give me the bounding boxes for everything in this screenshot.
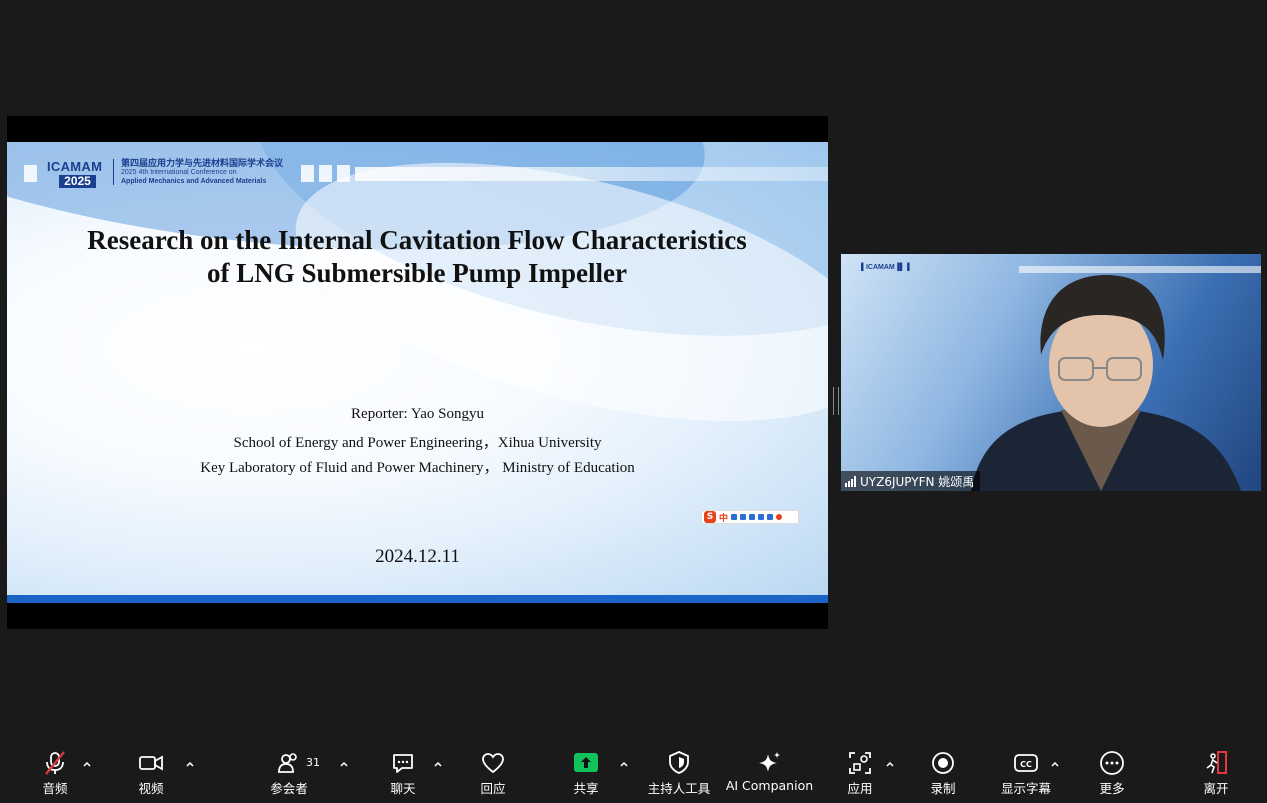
participant-name-tag: UYZ6JUPYFN 姚颂禹	[841, 471, 981, 491]
background-conference-logo: ▌ICAMAM▐▌▐	[861, 264, 910, 271]
share-screen-button[interactable]: 共享	[546, 750, 626, 797]
share-label: 共享	[573, 781, 599, 796]
host-tools-label: 主持人工具	[647, 781, 711, 796]
participant-video-tile[interactable]: ▌ICAMAM▐▌▐ UYZ6JUPYFN 姚颂禹	[841, 254, 1261, 491]
captions-label: 显示字幕	[1000, 781, 1051, 796]
participant-person	[971, 275, 1241, 491]
ime-mic-icon	[740, 514, 747, 520]
video-label: 视频	[138, 781, 164, 796]
header-square	[319, 165, 332, 182]
ime-shirt-icon	[758, 514, 765, 520]
school-line: School of Energy and Power Engineering，X…	[233, 435, 602, 451]
ime-dot-icon	[731, 514, 738, 520]
react-label: 回应	[480, 781, 506, 796]
chat-bubble-icon	[393, 754, 413, 773]
more-button[interactable]: 更多	[1072, 750, 1152, 797]
ai-companion-label: AI Companion	[725, 778, 814, 793]
header-square	[301, 165, 314, 182]
svg-text:CC: CC	[1020, 760, 1032, 769]
audio-options-caret-icon[interactable]	[81, 758, 93, 770]
conference-name-cn: 第四届应用力学与先进材料国际学术会议	[121, 158, 284, 168]
conference-name-en-line2: Applied Mechanics and Advanced Materials	[121, 178, 267, 185]
heart-icon	[482, 753, 504, 774]
ime-avatar-icon	[776, 514, 783, 520]
header-square	[24, 165, 37, 182]
host-tools-button[interactable]: 主持人工具	[639, 750, 719, 797]
leave-door-icon	[1206, 751, 1227, 774]
shield-icon	[669, 751, 689, 774]
conference-logo: ICAMAM 2025	[47, 158, 102, 188]
chat-label: 聊天	[390, 781, 416, 796]
video-button[interactable]: 视频	[111, 750, 191, 797]
record-icon	[932, 752, 954, 774]
lab-line: Key Laboratory of Fluid and Power Machin…	[200, 460, 635, 476]
apps-options-caret-icon[interactable]	[884, 758, 896, 770]
sogou-icon: S	[704, 511, 716, 523]
reporter-line: Reporter: Yao Songyu	[351, 406, 484, 422]
header-square	[337, 165, 350, 182]
apps-label: 应用	[847, 781, 873, 796]
leave-meeting-button[interactable]: 离开	[1176, 750, 1256, 797]
video-camera-icon	[139, 755, 163, 771]
slide-title: Research on the Internal Cavitation Flow…	[87, 225, 747, 288]
logo-year: 2025	[59, 175, 96, 188]
participants-count: 31	[306, 756, 320, 769]
ai-companion-button[interactable]: AI Companion	[722, 750, 817, 793]
captions-options-caret-icon[interactable]	[1049, 758, 1061, 770]
more-options-icon	[1100, 751, 1124, 775]
participants-label: 参会者	[270, 781, 308, 796]
shared-screen: ICAMAM 2025 第四届应用力学与先进材料国际学术会议 2025 4th …	[7, 116, 828, 629]
participant-name: UYZ6JUPYFN 姚颂禹	[860, 474, 975, 489]
presentation-slide: ICAMAM 2025 第四届应用力学与先进材料国际学术会议 2025 4th …	[7, 142, 828, 603]
conference-name: 第四届应用力学与先进材料国际学术会议 2025 4th Internationa…	[121, 159, 283, 186]
logo-main-text: ICAMAM	[47, 159, 103, 174]
chat-options-caret-icon[interactable]	[432, 758, 444, 770]
slide-footer-bar	[7, 595, 828, 603]
share-options-caret-icon[interactable]	[618, 758, 630, 770]
signal-strength-icon	[845, 475, 856, 487]
chat-button[interactable]: 聊天	[363, 750, 443, 797]
ime-language-label: 中	[719, 513, 729, 524]
participants-options-caret-icon[interactable]	[338, 758, 350, 770]
participants-icon	[278, 753, 297, 773]
header-bar	[355, 167, 828, 181]
meeting-toolbar: 音频 视频 参会者 31 聊天 回应 共享 主持人工具 AI Companion…	[0, 742, 1267, 803]
slide-date: 2024.12.11	[375, 546, 460, 567]
ime-grid-icon	[767, 514, 774, 520]
video-options-caret-icon[interactable]	[184, 758, 196, 770]
ime-keyboard-icon	[749, 514, 756, 520]
record-button[interactable]: 录制	[903, 750, 983, 797]
sparkle-icon	[758, 752, 780, 772]
more-label: 更多	[1099, 781, 1125, 796]
react-button[interactable]: 回应	[453, 750, 533, 797]
input-method-toolbar[interactable]: S 中	[701, 510, 799, 524]
conference-name-en-line1: 2025 4th International Conference on	[121, 169, 237, 176]
record-label: 录制	[930, 781, 956, 796]
view-splitter-handle[interactable]	[833, 387, 839, 415]
audio-label: 音频	[42, 781, 68, 796]
apps-icon	[849, 752, 871, 774]
logo-divider	[113, 159, 114, 185]
closed-captions-icon: CC	[1014, 754, 1038, 772]
share-screen-icon	[574, 753, 598, 772]
muted-microphone-icon	[45, 751, 65, 775]
leave-label: 离开	[1203, 781, 1229, 796]
